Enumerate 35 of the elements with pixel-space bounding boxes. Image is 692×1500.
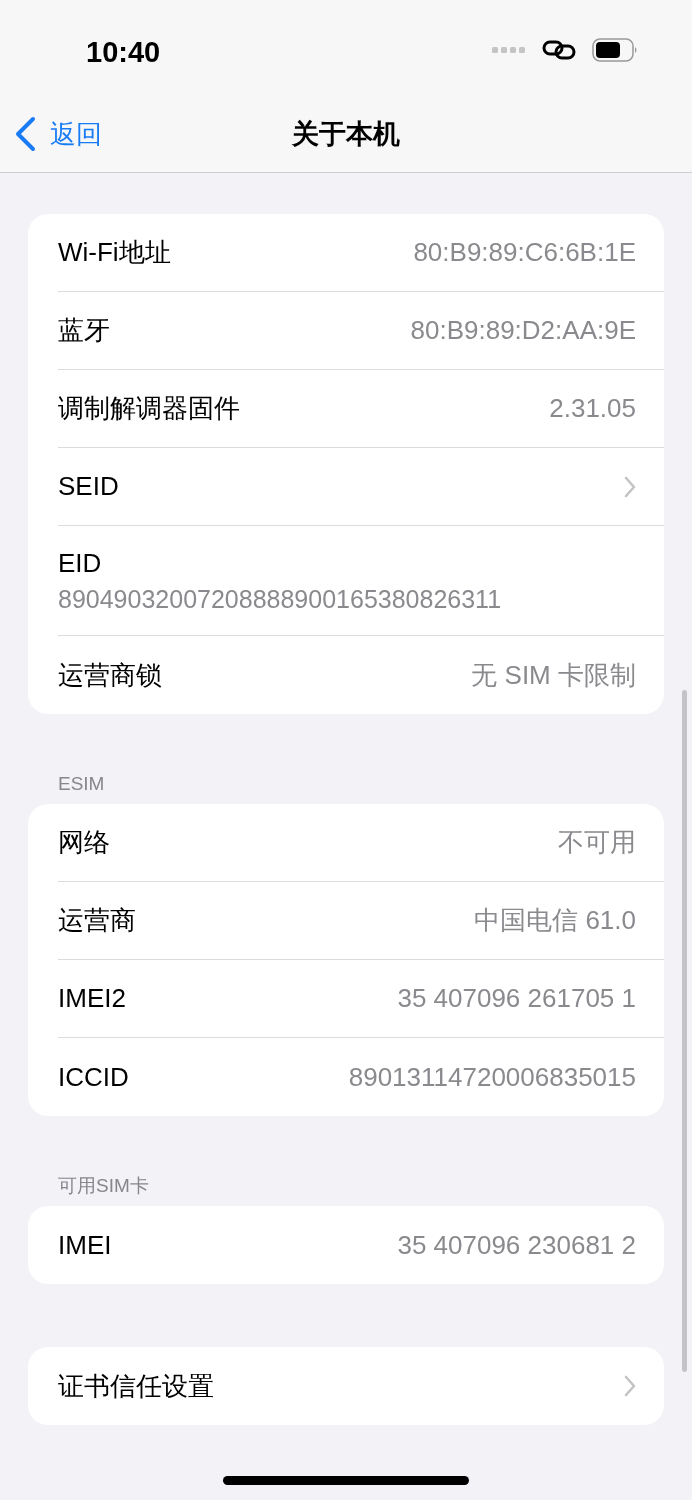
settings-row[interactable]: 证书信任设置 [58,1347,664,1425]
row-label: IMEI [58,1229,113,1261]
row-value: 35 407096 230681 2 [397,1229,636,1261]
row-value: 35 407096 261705 1 [397,983,636,1014]
row-value: 80:B9:89:D2:AA:9E [410,315,636,346]
row-value: 89013114720006835015 [348,1061,636,1093]
row-label: 运营商 [58,904,137,937]
row-value: 不可用 [558,826,636,859]
signal-dots-icon [492,46,526,54]
back-chevron-icon [14,116,36,152]
row-label: 运营商锁 [58,658,163,692]
row-label: Wi-Fi地址 [58,236,172,269]
row-value: 中国电信 61.0 [474,904,636,937]
settings-row[interactable]: SEID [58,448,664,526]
battery-icon [592,38,638,62]
chevron-icon [624,475,636,498]
row-label: 蓝牙 [58,314,111,347]
row-value: 无 SIM 卡限制 [471,658,636,692]
row-label: 调制解调器固件 [58,392,241,425]
row-label: SEID [58,471,120,502]
row-label: EID [58,547,102,579]
nav-title: 关于本机 [292,118,400,151]
back-button[interactable]: 返回 [14,114,102,154]
section-header: 可用SIM卡 [57,1174,150,1198]
row-value: 80:B9:89:C6:6B:1E [413,237,636,268]
row-label: ICCID [58,1061,130,1093]
section-header: ESIM [57,772,106,796]
row-value: 89049032007208888900165380826311 [58,584,502,614]
row-label: 证书信任设置 [58,1369,215,1403]
row-value: 2.31.05 [549,393,636,424]
row-label: 网络 [58,826,111,859]
link-icon [542,40,576,60]
status-time: 10:40 [86,34,162,69]
chevron-icon [624,1375,636,1397]
row-label: IMEI2 [58,983,127,1014]
